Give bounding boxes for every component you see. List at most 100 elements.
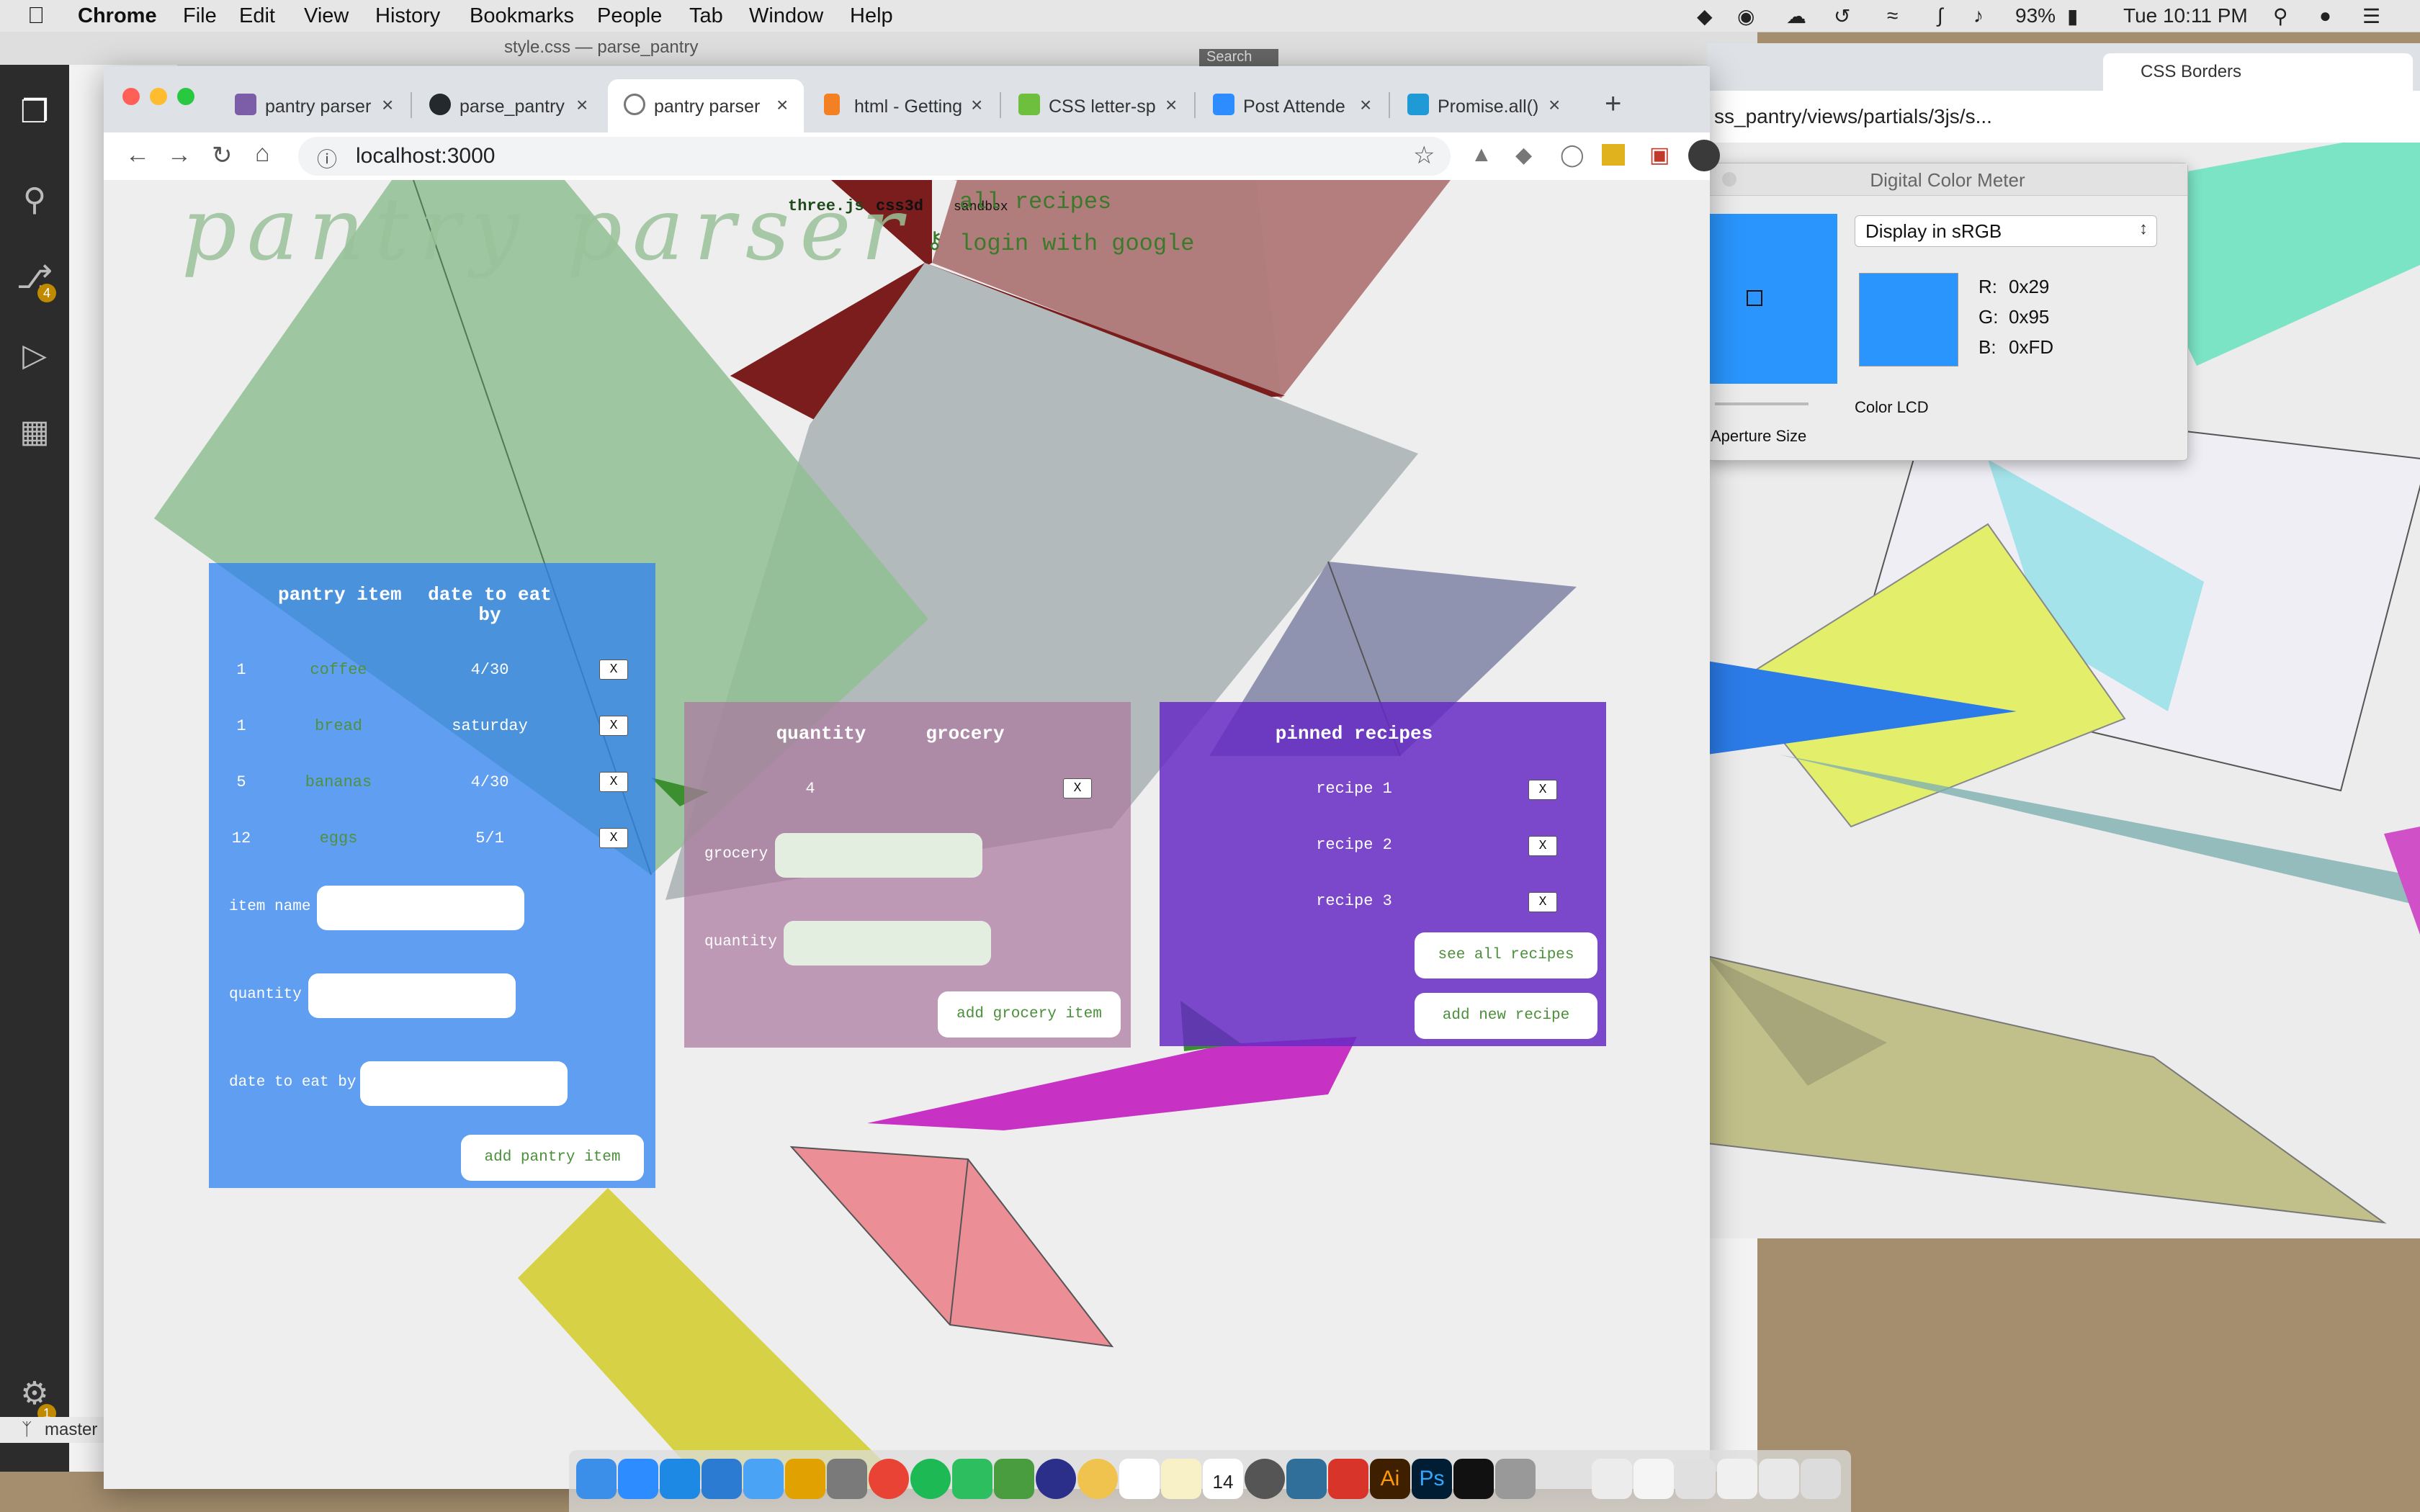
minimized-window-icon[interactable]: [1634, 1459, 1674, 1499]
minimized-window-icon[interactable]: [1717, 1459, 1757, 1499]
evernote-icon[interactable]: [952, 1459, 992, 1499]
debug-icon[interactable]: ▷: [13, 334, 56, 377]
notes-icon[interactable]: [1161, 1459, 1201, 1499]
chrome-app-icon[interactable]: [869, 1459, 909, 1499]
extension-icon[interactable]: ◯: [1560, 143, 1585, 168]
menu-tab[interactable]: Tab: [689, 4, 723, 28]
git-branch[interactable]: master: [45, 1420, 97, 1440]
tab-zoom-post-attendee[interactable]: Post Attende ×: [1197, 79, 1387, 132]
add-grocery-item-button[interactable]: add grocery item: [938, 991, 1121, 1038]
minimized-window-icon[interactable]: [1592, 1459, 1632, 1499]
display-mode-select[interactable]: Display in sRGB ↕: [1855, 215, 2157, 247]
profile-avatar[interactable]: [1688, 140, 1720, 171]
unpin-recipe-button[interactable]: X: [1528, 892, 1557, 912]
date-to-eat-by-input[interactable]: [360, 1061, 568, 1106]
clock[interactable]: Tue 10:11 PM: [2123, 4, 2248, 27]
vscode-app-icon[interactable]: [702, 1459, 742, 1499]
pantry-quantity-input[interactable]: [308, 973, 516, 1018]
spotlight-search-icon[interactable]: ⚲: [2273, 4, 2288, 28]
bookmark-star-icon[interactable]: ☆: [1413, 141, 1435, 170]
downloads-stack-icon[interactable]: [1759, 1459, 1799, 1499]
close-tab-icon[interactable]: ×: [971, 94, 982, 117]
tab-parse-pantry[interactable]: parse_pantry ×: [413, 79, 604, 132]
dropbox-icon[interactable]: ◆: [1697, 4, 1713, 28]
spotify-icon[interactable]: [910, 1459, 951, 1499]
apple-menu-icon[interactable]: : [27, 2, 45, 29]
remove-pantry-item-button[interactable]: X: [599, 772, 628, 792]
nav-all-recipes-link[interactable]: all recipes: [959, 189, 1111, 215]
night-app-icon[interactable]: [1036, 1459, 1076, 1499]
menu-history[interactable]: History: [375, 4, 440, 28]
menu-view[interactable]: View: [304, 4, 349, 28]
menu-window[interactable]: Window: [749, 4, 823, 28]
slack-icon[interactable]: [1119, 1459, 1160, 1499]
menu-bookmarks[interactable]: Bookmarks: [470, 4, 574, 28]
preview-icon[interactable]: [1495, 1459, 1536, 1499]
aperture-slider[interactable]: [1715, 402, 1809, 405]
extensions-icon[interactable]: ▦: [13, 410, 56, 454]
wifi-icon[interactable]: ≈: [1887, 4, 1898, 27]
menu-people[interactable]: People: [597, 4, 662, 28]
menu-app-name[interactable]: Chrome: [78, 4, 157, 28]
item-name-input[interactable]: [317, 886, 524, 930]
acrobat-icon[interactable]: [1328, 1459, 1368, 1499]
add-pantry-item-button[interactable]: add pantry item: [461, 1135, 644, 1181]
tab-pantry-parser-active[interactable]: pantry parser ×: [608, 79, 804, 132]
creative-cloud-icon[interactable]: ◉: [1737, 4, 1754, 28]
remove-grocery-item-button[interactable]: X: [1063, 778, 1092, 798]
zoom-app-icon[interactable]: [618, 1459, 658, 1499]
tab-pantry-parser-1[interactable]: pantry parser ×: [219, 79, 409, 132]
tab-css-letter-spacing[interactable]: CSS letter-sp ×: [1003, 79, 1193, 132]
tab-stackoverflow[interactable]: html - Getting ×: [808, 79, 998, 132]
forward-icon[interactable]: →: [167, 141, 192, 169]
window-minimize-icon[interactable]: [150, 88, 167, 105]
close-tab-icon[interactable]: ×: [1549, 94, 1560, 117]
reload-icon[interactable]: ↻: [212, 141, 233, 170]
add-new-recipe-button[interactable]: add new recipe: [1415, 993, 1597, 1039]
photoshop-icon[interactable]: Ps: [1412, 1459, 1452, 1499]
secondary-url[interactable]: ss_pantry/views/partials/3js/s...: [1714, 105, 1992, 128]
home-icon[interactable]: ⌂: [255, 140, 270, 168]
secondary-tab-active[interactable]: CSS Borders: [2103, 53, 2413, 91]
app-store-icon[interactable]: [660, 1459, 700, 1499]
minimized-window-icon[interactable]: [1675, 1459, 1716, 1499]
battery-icon[interactable]: ▮: [2067, 4, 2078, 28]
extension-yellow-icon[interactable]: [1602, 144, 1625, 166]
dropbox-extension-icon[interactable]: ◆: [1515, 143, 1532, 168]
illustrator-icon[interactable]: Ai: [1370, 1459, 1410, 1499]
menu-help[interactable]: Help: [850, 4, 893, 28]
pinned-recipe-item[interactable]: recipe 2: [1289, 836, 1419, 854]
system-preferences-icon[interactable]: [827, 1459, 867, 1499]
unpin-recipe-button[interactable]: X: [1528, 780, 1557, 800]
grocery-quantity-input[interactable]: [784, 921, 991, 966]
tab-promise-all[interactable]: Promise.all() ×: [1392, 79, 1582, 132]
photos-icon[interactable]: [1077, 1459, 1118, 1499]
window-close-icon[interactable]: [122, 88, 140, 105]
menu-edit[interactable]: Edit: [239, 4, 275, 28]
close-tab-icon[interactable]: ×: [382, 94, 393, 117]
messages-icon[interactable]: [743, 1459, 784, 1499]
menu-file[interactable]: File: [183, 4, 217, 28]
remove-pantry-item-button[interactable]: X: [599, 716, 628, 736]
siri-icon[interactable]: ●: [2319, 4, 2331, 27]
close-tab-icon[interactable]: ×: [1165, 94, 1177, 117]
cloud-upload-icon[interactable]: ☁: [1786, 4, 1806, 28]
terminal-icon[interactable]: [1453, 1459, 1494, 1499]
nav-threejs-link[interactable]: three.js: [788, 197, 864, 215]
new-tab-button[interactable]: +: [1605, 88, 1621, 120]
mongodb-icon[interactable]: [994, 1459, 1034, 1499]
close-tab-icon[interactable]: ×: [1360, 94, 1371, 117]
pinned-recipe-item[interactable]: recipe 3: [1289, 892, 1419, 910]
trash-icon[interactable]: [1801, 1459, 1841, 1499]
calendar-icon[interactable]: 14: [1203, 1459, 1243, 1499]
search-icon[interactable]: ⚲: [13, 179, 56, 222]
unpin-recipe-button[interactable]: X: [1528, 836, 1557, 856]
google-drive-icon[interactable]: ▲: [1471, 143, 1492, 167]
see-all-recipes-button[interactable]: see all recipes: [1415, 932, 1597, 978]
close-tab-icon[interactable]: ×: [776, 94, 788, 117]
pinned-recipe-item[interactable]: recipe 1: [1289, 780, 1419, 798]
time-machine-icon[interactable]: ↺: [1834, 4, 1850, 28]
grocery-input[interactable]: [775, 833, 982, 878]
address-bar[interactable]: ⓘ localhost:3000 ☆: [298, 137, 1451, 176]
remove-pantry-item-button[interactable]: X: [599, 660, 628, 680]
